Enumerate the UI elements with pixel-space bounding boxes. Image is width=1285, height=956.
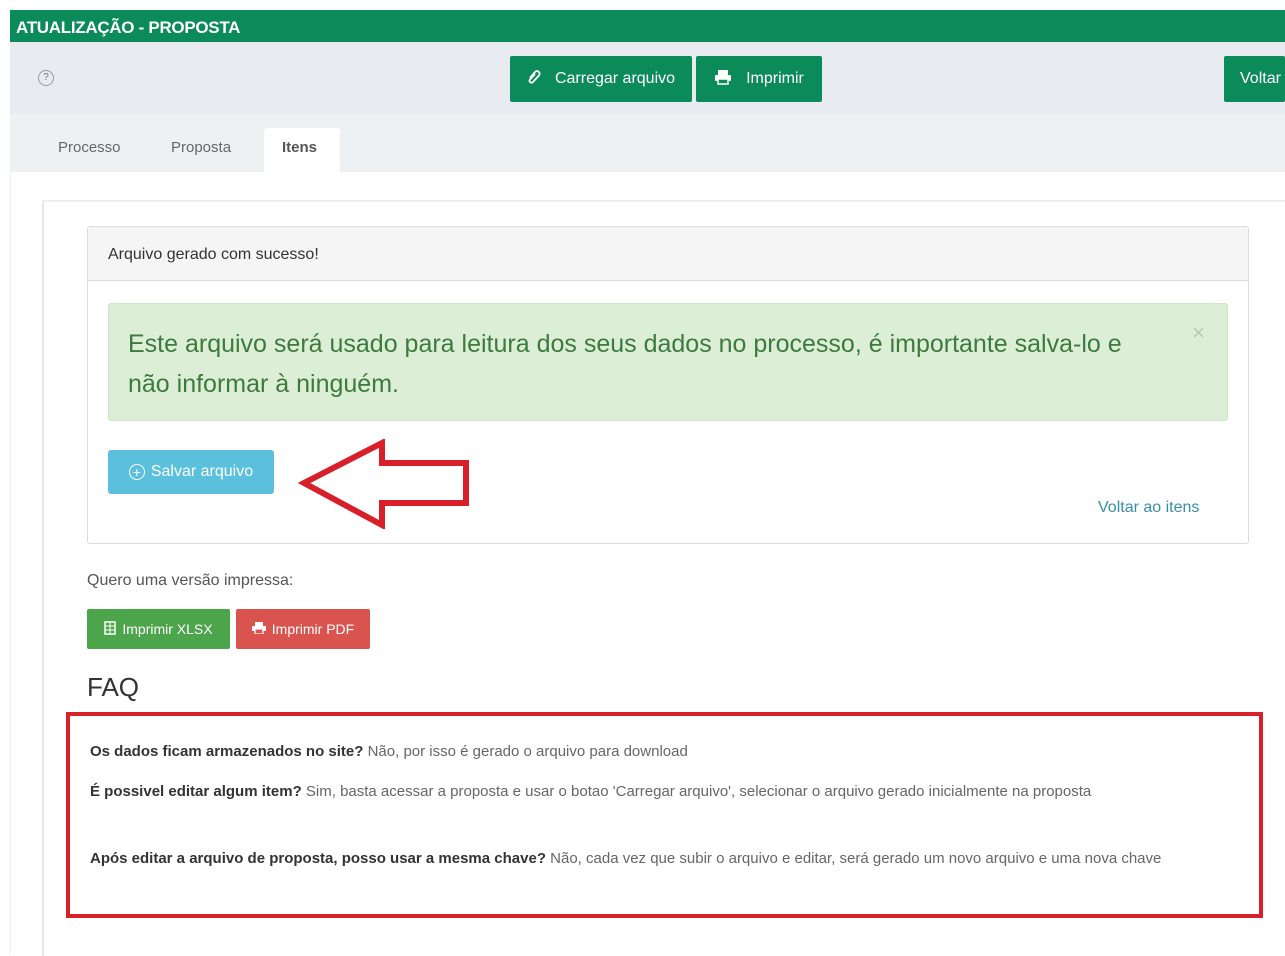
- tab-proposta[interactable]: Proposta: [153, 128, 249, 172]
- close-icon[interactable]: ×: [1192, 322, 1205, 344]
- tab-label: Proposta: [171, 139, 232, 156]
- success-alert: Este arquivo será usado para leitura dos…: [108, 303, 1228, 421]
- paperclip-icon: [527, 69, 541, 90]
- faq-item: Os dados ficam armazenados no site? Não,…: [90, 738, 1250, 765]
- back-button[interactable]: Voltar: [1224, 56, 1285, 102]
- back-label: Voltar: [1240, 70, 1281, 87]
- toolbar: ? Carregar arquivo Imprimir Voltar: [10, 42, 1285, 114]
- tab-label: Processo: [58, 139, 121, 156]
- print-xlsx-button[interactable]: Imprimir XLSX: [87, 609, 230, 649]
- print-pdf-button[interactable]: Imprimir PDF: [236, 609, 370, 649]
- faq-answer: Não, cada vez que subir o arquivo e edit…: [550, 850, 1162, 867]
- printer-icon: [251, 621, 266, 637]
- print-xlsx-label: Imprimir XLSX: [122, 621, 213, 637]
- print-version-label: Quero uma versão impressa:: [87, 572, 294, 589]
- alert-text: Este arquivo será usado para leitura dos…: [128, 330, 1122, 398]
- tab-processo[interactable]: Processo: [40, 128, 139, 172]
- annotation-arrow-icon: [298, 439, 469, 529]
- panel-heading: Arquivo gerado com sucesso!: [88, 227, 1248, 281]
- faq-answer: Sim, basta acessar a proposta e usar o b…: [305, 783, 1092, 800]
- faq-title: FAQ: [87, 672, 140, 702]
- plus-circle-icon: +: [128, 464, 145, 480]
- page-title: ATUALIZAÇÃO - PROPOSTA: [16, 18, 241, 37]
- print-label: Imprimir: [746, 70, 804, 87]
- faq-answer: Não, por isso é gerado o arquivo para do…: [367, 743, 688, 760]
- spreadsheet-icon: [104, 620, 117, 638]
- tab-bar: Processo Proposta Itens: [10, 114, 1285, 172]
- faq-item: É possivel editar algum item? Sim, basta…: [90, 778, 1250, 805]
- tab-itens[interactable]: Itens: [264, 128, 340, 172]
- page-title-bar: ATUALIZAÇÃO - PROPOSTA: [10, 10, 1285, 42]
- upload-file-button[interactable]: Carregar arquivo: [510, 56, 692, 102]
- faq-question: É possivel editar algum item?: [90, 783, 302, 800]
- back-to-items-link[interactable]: Voltar ao itens: [1098, 499, 1199, 517]
- result-panel: Arquivo gerado com sucesso! Este arquivo…: [87, 226, 1249, 544]
- print-pdf-label: Imprimir PDF: [271, 621, 355, 637]
- faq-item: Após editar a arquivo de proposta, posso…: [90, 845, 1250, 872]
- upload-file-label: Carregar arquivo: [554, 70, 676, 87]
- save-file-button[interactable]: + Salvar arquivo: [108, 450, 274, 494]
- save-file-label: Salvar arquivo: [150, 463, 254, 480]
- faq-question: Após editar a arquivo de proposta, posso…: [90, 850, 546, 867]
- faq-question: Os dados ficam armazenados no site?: [90, 743, 364, 760]
- printer-icon: [714, 69, 732, 90]
- tab-label: Itens: [282, 139, 318, 156]
- print-button[interactable]: Imprimir: [696, 56, 822, 102]
- faq-box: Os dados ficam armazenados no site? Não,…: [66, 712, 1263, 918]
- question-circle-icon[interactable]: ?: [38, 70, 54, 86]
